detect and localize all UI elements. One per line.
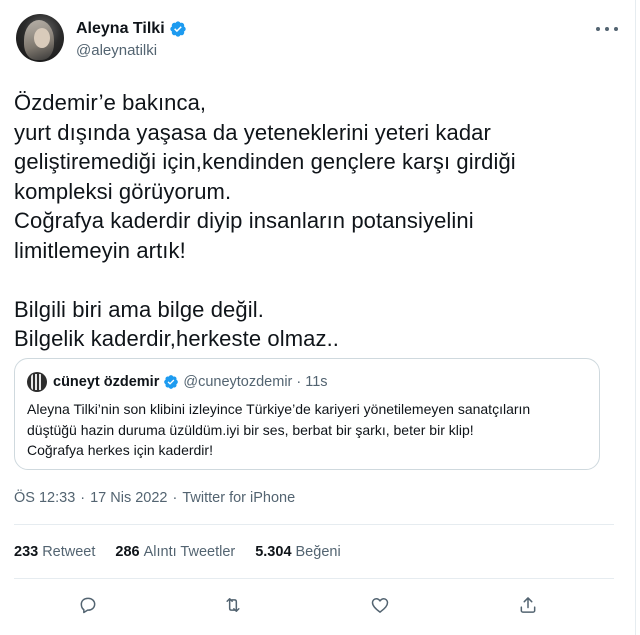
like-count-label: Beğeni xyxy=(295,544,341,560)
reply-icon-svg xyxy=(80,597,96,614)
author-avatar[interactable] xyxy=(16,14,64,62)
tweet-actions xyxy=(14,593,614,619)
meta-separator: · xyxy=(80,490,86,506)
tweet-text: Özdemir’e bakınca, yurt dışında yaşasa d… xyxy=(14,90,516,351)
tweet-date[interactable]: 17 Nis 2022 xyxy=(90,490,167,506)
share-icon-svg xyxy=(520,597,536,613)
retweet-icon-svg xyxy=(226,598,240,612)
quote-count-label: Alıntı Tweetler xyxy=(143,544,236,560)
quoted-author-avatar xyxy=(27,372,47,392)
more-dot xyxy=(605,27,609,31)
divider xyxy=(14,578,614,579)
more-options-icon[interactable] xyxy=(596,22,618,36)
tweet-stats: 233 Retweet 286 Alıntı Tweetler 5.304 Be… xyxy=(14,544,361,560)
heart-icon-svg xyxy=(371,598,389,613)
author-name-row: Aleyna Tilki xyxy=(76,20,187,38)
divider xyxy=(14,524,614,525)
like-count-value: 5.304 xyxy=(255,544,292,560)
avatar-face xyxy=(34,28,50,48)
quoted-tweet-text: Aleyna Tilki’nin son klibini izleyince T… xyxy=(27,401,531,458)
reply-icon[interactable] xyxy=(76,593,100,617)
quoted-author-handle: @cuneytozdemir xyxy=(183,374,293,390)
retweet-count-label: Retweet xyxy=(42,544,96,560)
quoted-author-name: cüneyt özdemir xyxy=(53,374,160,390)
heart-icon[interactable] xyxy=(368,593,392,617)
tweet-source[interactable]: Twitter for iPhone xyxy=(182,490,295,506)
share-icon[interactable] xyxy=(516,593,540,617)
tweet-time[interactable]: ÖS 12:33 xyxy=(14,490,75,506)
verified-badge-icon xyxy=(164,375,179,389)
like-count[interactable]: 5.304 Beğeni xyxy=(255,544,340,560)
quote-count[interactable]: 286 Alıntı Tweetler xyxy=(115,544,235,560)
quoted-time: 11s xyxy=(305,374,328,390)
author-display-name[interactable]: Aleyna Tilki xyxy=(76,20,165,38)
quoted-tweet-header: cüneyt özdemir @cuneytozdemir · 11s xyxy=(27,372,328,392)
more-dot xyxy=(596,27,600,31)
tweet-meta: ÖS 12:33 · 17 Nis 2022 · Twitter for iPh… xyxy=(14,490,295,506)
quote-count-value: 286 xyxy=(115,544,140,560)
verified-badge-icon xyxy=(169,21,186,37)
quoted-separator: · xyxy=(296,374,302,390)
more-dot xyxy=(614,27,618,31)
tweet-header: Aleyna Tilki @aleynatilki xyxy=(16,14,624,64)
author-handle[interactable]: @aleynatilki xyxy=(76,42,157,59)
retweet-count[interactable]: 233 Retweet xyxy=(14,544,95,560)
retweet-count-value: 233 xyxy=(14,544,39,560)
frame-edge xyxy=(635,0,636,635)
meta-separator: · xyxy=(172,490,178,506)
retweet-icon[interactable] xyxy=(221,593,245,617)
quoted-tweet[interactable]: cüneyt özdemir @cuneytozdemir · 11s Aley… xyxy=(14,358,600,470)
